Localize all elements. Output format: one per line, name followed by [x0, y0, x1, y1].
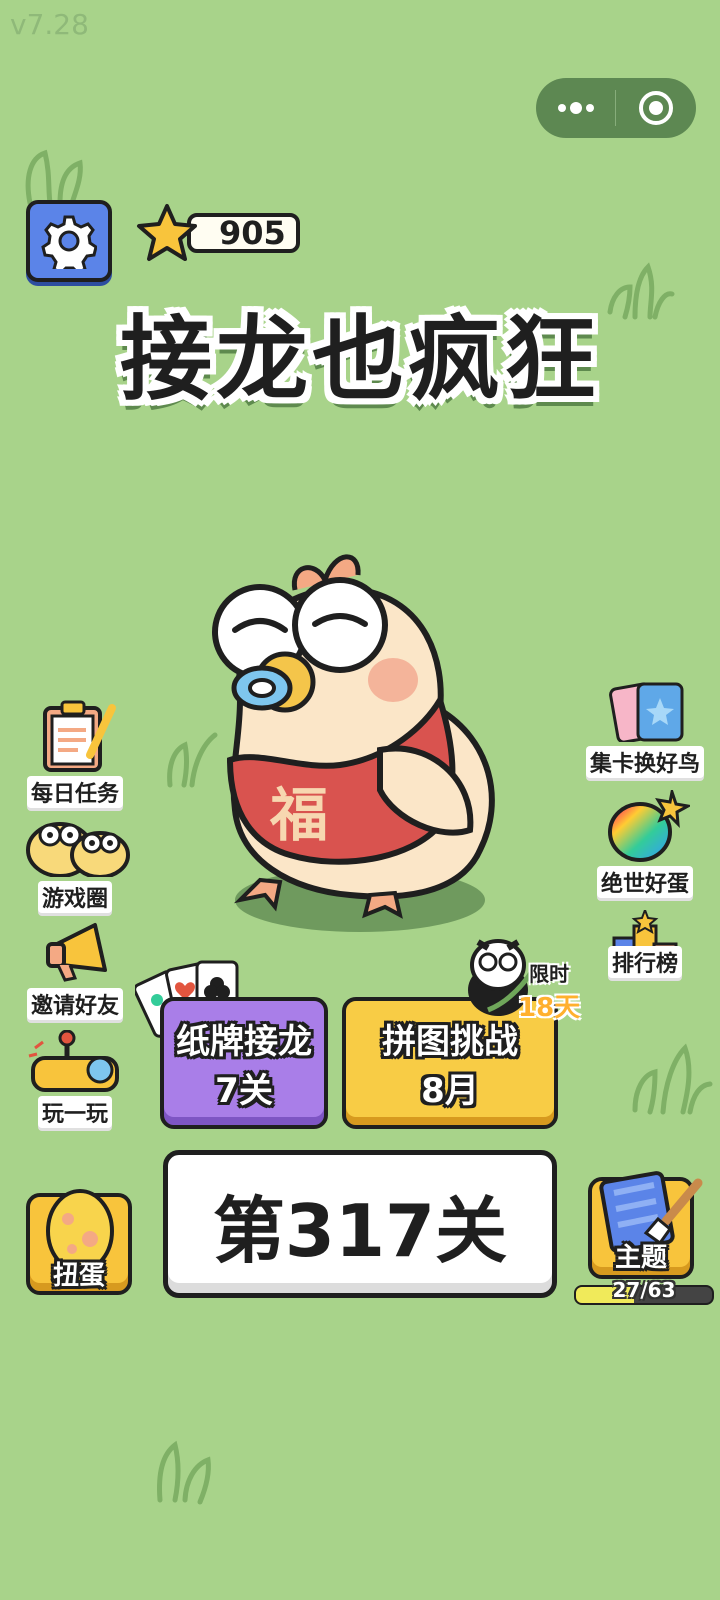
target-icon — [638, 91, 673, 125]
puzzle-challenge-title: 拼图挑战 — [382, 1022, 518, 1062]
gacha-label: 扭蛋 — [52, 1261, 105, 1291]
solitaire-mode-button[interactable]: 纸牌接龙 7关 — [160, 997, 328, 1129]
star-icon — [137, 204, 197, 261]
game-title: 接龙也疯狂 — [119, 306, 600, 413]
settings-button[interactable] — [26, 200, 112, 282]
gear-icon — [41, 215, 97, 269]
collect-cards-button[interactable]: 集卡换好鸟 — [585, 680, 705, 778]
daily-tasks-button[interactable]: 每日任务 — [20, 700, 130, 808]
rainbow-egg-icon — [608, 786, 693, 862]
star-counter: 905 — [135, 204, 300, 261]
solitaire-mode-title: 纸牌接龙 — [176, 1022, 312, 1062]
leaderboard-label: 排行榜 — [607, 946, 682, 978]
cards-icon — [609, 682, 684, 744]
chick-mascot: 福 — [212, 554, 495, 932]
daily-tasks-label: 每日任务 — [26, 776, 123, 808]
shirt-text: 福 — [269, 781, 328, 849]
play-more-label: 玩一玩 — [37, 1096, 112, 1128]
version-label: v7.28 — [10, 8, 89, 41]
miniapp-capsule — [536, 78, 696, 138]
invite-friends-button[interactable]: 邀请好友 — [20, 920, 130, 1020]
limited-time-days: 18天 — [518, 993, 581, 1023]
close-miniapp-button[interactable] — [616, 78, 695, 138]
invite-friends-label: 邀请好友 — [26, 988, 123, 1020]
birds-group-icon — [26, 822, 130, 879]
limited-time-badge: 限时 18天 — [518, 958, 580, 1024]
grass-decoration — [157, 1440, 211, 1505]
theme-button[interactable]: 主题 — [588, 1171, 703, 1279]
joystick-icon — [28, 1029, 119, 1092]
clipboard-icon — [43, 700, 116, 772]
theme-progress-text: 27/63 — [612, 1278, 676, 1302]
limited-time-label: 限时 — [529, 962, 570, 986]
star-count: 905 — [187, 213, 300, 253]
leaderboard-button[interactable]: 排行榜 — [590, 907, 700, 978]
grass-decoration — [25, 149, 83, 206]
rare-egg-label: 绝世好蛋 — [596, 866, 693, 898]
megaphone-icon — [46, 923, 107, 982]
gacha-button[interactable]: 扭蛋 — [26, 1189, 132, 1295]
theme-label: 主题 — [614, 1243, 667, 1273]
more-dots-icon — [557, 102, 594, 114]
puzzle-challenge-month: 8月 — [421, 1071, 479, 1111]
solitaire-mode-progress: 7关 — [215, 1071, 273, 1111]
grass-decoration — [632, 1043, 713, 1115]
start-level-button[interactable]: 第317关 — [163, 1150, 557, 1298]
rare-egg-button[interactable]: 绝世好蛋 — [590, 786, 700, 898]
level-label: 第317关 — [212, 1188, 508, 1273]
game-circle-label: 游戏圈 — [37, 881, 112, 913]
play-more-button[interactable]: 玩一玩 — [20, 1029, 130, 1128]
game-circle-button[interactable]: 游戏圈 — [20, 815, 130, 913]
collect-cards-label: 集卡换好鸟 — [585, 746, 704, 778]
more-button[interactable] — [536, 78, 615, 138]
